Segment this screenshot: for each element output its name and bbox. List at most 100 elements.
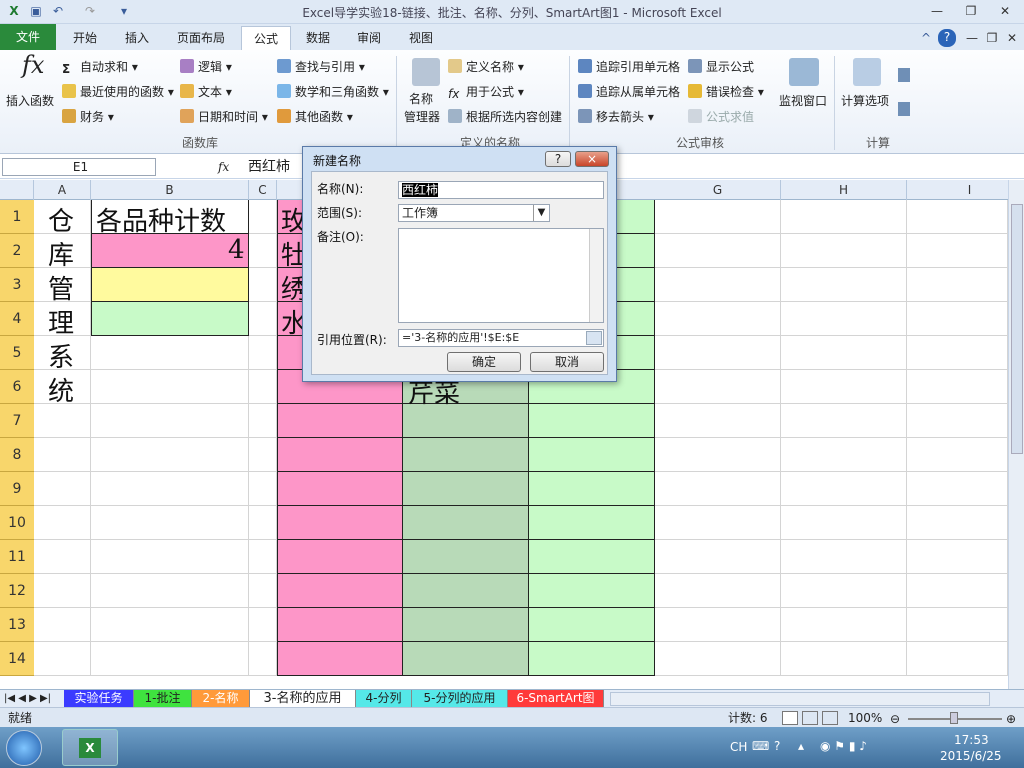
recent-functions-button[interactable]: 最近使用的函数 ▾	[62, 83, 174, 101]
cell[interactable]	[907, 472, 1008, 506]
col-header-h[interactable]: H	[781, 180, 907, 200]
cell[interactable]	[781, 608, 907, 642]
tab-formulas[interactable]: 公式	[241, 26, 291, 50]
calc-options-label[interactable]: 计算选项	[841, 92, 889, 110]
sheet-tab-split[interactable]: 4-分列	[356, 690, 412, 707]
cell[interactable]	[907, 234, 1008, 268]
tab-review[interactable]: 审阅	[346, 26, 392, 50]
text-button[interactable]: 文本 ▾	[180, 83, 232, 101]
cell[interactable]	[249, 302, 277, 336]
normal-view-icon[interactable]	[782, 711, 798, 725]
cell[interactable]	[907, 540, 1008, 574]
cell[interactable]	[277, 404, 403, 438]
dialog-help-button[interactable]: ?	[545, 151, 571, 167]
calc-options-icon[interactable]	[853, 58, 881, 86]
cell[interactable]	[403, 574, 529, 608]
col-header-a[interactable]: A	[34, 180, 91, 200]
tray-expand-icon[interactable]: ▴	[798, 737, 804, 755]
sheet-tab-task[interactable]: 实验任务	[64, 690, 134, 707]
cell[interactable]	[907, 438, 1008, 472]
cell[interactable]	[781, 302, 907, 336]
comment-scrollbar[interactable]	[589, 229, 603, 322]
cell[interactable]	[34, 506, 91, 540]
cell[interactable]	[781, 370, 907, 404]
financial-button[interactable]: 财务 ▾	[62, 108, 114, 126]
cell[interactable]	[249, 234, 277, 268]
cell[interactable]	[91, 302, 249, 336]
cell[interactable]	[277, 438, 403, 472]
row-header[interactable]: 2	[0, 234, 34, 268]
sheet-tab-smartart[interactable]: 6-SmartArt图	[508, 690, 604, 707]
zoom-thumb[interactable]	[950, 712, 958, 724]
use-in-formula-button[interactable]: fx 用于公式 ▾	[448, 83, 524, 101]
cell[interactable]	[655, 438, 781, 472]
name-box[interactable]: E1	[2, 158, 156, 176]
cell[interactable]	[91, 268, 249, 302]
cell[interactable]	[655, 540, 781, 574]
cell[interactable]	[277, 540, 403, 574]
cell[interactable]	[907, 506, 1008, 540]
ribbon-collapse-icon[interactable]: ^	[918, 30, 934, 46]
cell[interactable]	[781, 642, 907, 676]
cell[interactable]	[907, 404, 1008, 438]
chevron-down-icon[interactable]: ▼	[533, 205, 549, 221]
scroll-thumb[interactable]	[1011, 204, 1023, 454]
cell[interactable]	[655, 234, 781, 268]
cell[interactable]	[91, 234, 249, 268]
scope-select[interactable]: 工作簿 ▼	[398, 204, 550, 222]
col-header-i[interactable]: I	[907, 180, 1024, 200]
tab-file[interactable]: 文件	[0, 24, 56, 50]
row-header[interactable]: 13	[0, 608, 34, 642]
dialog-close-button[interactable]: ×	[575, 151, 609, 167]
evaluate-formula-button[interactable]: 公式求值	[688, 108, 754, 126]
row-header[interactable]: 10	[0, 506, 34, 540]
cell[interactable]	[529, 540, 655, 574]
cell-a-text[interactable]: 系	[48, 337, 74, 374]
cell[interactable]	[529, 506, 655, 540]
start-button[interactable]	[6, 730, 42, 766]
sheet-tab-names[interactable]: 2-名称	[192, 690, 250, 707]
remove-arrows-button[interactable]: 移去箭头 ▾	[578, 108, 654, 126]
cell[interactable]	[529, 574, 655, 608]
show-formulas-button[interactable]: 显示公式	[688, 58, 754, 76]
define-name-button[interactable]: 定义名称 ▾	[448, 58, 524, 76]
tab-view[interactable]: 视图	[398, 26, 444, 50]
sheet-tab-comments[interactable]: 1-批注	[134, 690, 192, 707]
math-button[interactable]: 数学和三角函数 ▾	[277, 83, 389, 101]
cell[interactable]	[781, 574, 907, 608]
col-header-b[interactable]: B	[91, 180, 249, 200]
tab-home[interactable]: 开始	[60, 26, 110, 50]
row-header[interactable]: 8	[0, 438, 34, 472]
cell[interactable]	[781, 540, 907, 574]
cell[interactable]	[403, 540, 529, 574]
cell[interactable]	[529, 608, 655, 642]
cell[interactable]	[91, 370, 249, 404]
cell[interactable]	[249, 472, 277, 506]
cell-a-text[interactable]: 统	[48, 371, 74, 408]
cell[interactable]	[277, 506, 403, 540]
cell[interactable]	[249, 642, 277, 676]
cell[interactable]	[34, 404, 91, 438]
cell[interactable]	[34, 608, 91, 642]
taskbar-excel[interactable]: X	[62, 729, 118, 766]
cell[interactable]	[655, 642, 781, 676]
cell[interactable]	[781, 200, 907, 234]
zoom-level[interactable]: 100%	[848, 709, 882, 727]
cell[interactable]	[277, 642, 403, 676]
close-window-icon[interactable]: ✕	[992, 2, 1018, 20]
cell[interactable]	[907, 200, 1008, 234]
cell[interactable]	[529, 438, 655, 472]
zoom-out-icon[interactable]: ⊖	[890, 710, 900, 728]
cell-a-text[interactable]: 管	[48, 269, 74, 306]
cell[interactable]	[91, 336, 249, 370]
cell[interactable]	[249, 336, 277, 370]
vertical-scrollbar[interactable]	[1008, 180, 1024, 689]
tab-insert[interactable]: 插入	[114, 26, 160, 50]
tab-data[interactable]: 数据	[296, 26, 340, 50]
insert-function-button[interactable]: 插入函数	[6, 92, 54, 110]
cell[interactable]	[403, 608, 529, 642]
tray-icons[interactable]: ◉ ⚑ ▮ ♪	[820, 737, 867, 755]
cell[interactable]	[655, 268, 781, 302]
cell[interactable]	[529, 642, 655, 676]
fx-icon[interactable]: fx	[218, 158, 229, 176]
